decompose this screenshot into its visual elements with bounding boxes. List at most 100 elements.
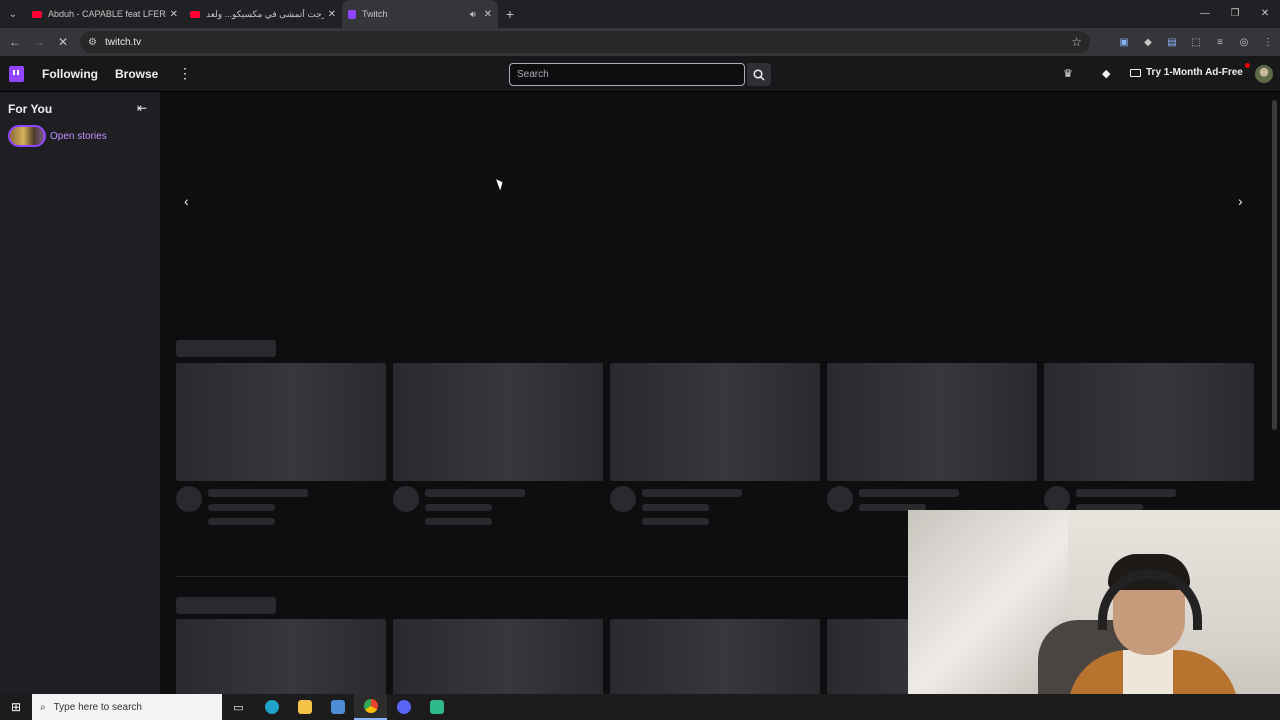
avatar-skeleton [1044,486,1070,512]
taskbar-search[interactable]: ⌕ Type here to search [32,694,222,720]
stream-card-skeleton [393,363,603,481]
stream-card-skeleton [176,619,386,694]
site-info-icon[interactable]: ⚙ [88,37,97,48]
bits-icon[interactable]: ◆ [1102,67,1110,80]
tab-title: Twitch [362,9,388,19]
nav-following[interactable]: Following [42,67,98,81]
url-text: twitch.tv [104,36,142,48]
browser-tabstrip: ⌄ Abduh - CAPABLE feat LFERDA ✕ خرجت أتم… [0,0,1280,28]
speaker-icon[interactable]: 🔊︎ [470,9,476,20]
file-explorer-icon[interactable] [288,694,321,720]
carousel-next-icon[interactable]: › [1238,193,1243,209]
task-view-icon[interactable]: ▭ [222,694,255,720]
stream-card-skeleton [176,363,386,481]
text-skeleton [859,489,959,497]
window-controls: — ❐ ✕ [1190,0,1280,28]
stop-icon[interactable]: ✕ [51,35,75,49]
translate-icon[interactable]: ▣ [1112,37,1136,48]
collapse-sidebar-icon[interactable]: ⇤ [137,101,147,115]
app-icon[interactable] [420,694,453,720]
new-tab-button[interactable]: + [498,6,522,22]
window-close-icon[interactable]: ✕ [1250,0,1280,28]
menu-dots-icon[interactable]: ⋮ [1256,37,1280,48]
text-skeleton [642,489,742,497]
page-scrollbar[interactable] [1272,100,1277,430]
text-skeleton [642,504,709,511]
address-bar[interactable]: ⚙ twitch.tv ☆ [80,31,1090,53]
text-skeleton [642,518,709,525]
browser-tab[interactable]: خرجت أتمشى في مكسيكو... ولعد ✕ [184,0,342,28]
stream-card-skeleton [610,619,820,694]
stream-card-skeleton [827,363,1037,481]
prime-crown-icon[interactable]: ♛ [1063,67,1073,80]
avatar-skeleton [827,486,853,512]
browser-toolbar: ← → ✕ ⚙ twitch.tv ☆ ▣ ◆ ▤ ⬚ ≡ ◎ ⋮ [0,28,1280,56]
section-title-skeleton [176,597,276,614]
extension-icon[interactable]: ◆ [1136,37,1160,48]
notification-dot [1245,63,1250,68]
search-input[interactable] [509,63,745,86]
user-avatar[interactable] [1255,65,1273,83]
forward-icon[interactable]: → [27,35,51,49]
twitch-top-nav: Following Browse ⋮ ♛ ◆ Try 1-Month Ad-Fr… [0,56,1280,92]
browser-tab[interactable]: Abduh - CAPABLE feat LFERDA ✕ [26,0,184,28]
stories-avatar [8,125,46,147]
discord-icon[interactable] [387,694,420,720]
screenshot-icon[interactable]: ▤ [1160,37,1184,48]
browser-tab-active[interactable]: Twitch 🔊︎ ✕ [342,0,498,28]
ad-free-label: Try 1-Month Ad-Free [1146,67,1243,78]
text-skeleton [425,489,525,497]
nav-browse[interactable]: Browse [115,67,158,81]
search-button[interactable] [747,63,771,86]
text-skeleton [425,518,492,525]
stream-card-skeleton [610,363,820,481]
edge-icon[interactable] [255,694,288,720]
sidebar: For You ⇤ Open stories [0,92,160,694]
windows-start-icon[interactable]: ⊞ [0,700,32,714]
open-stories[interactable]: Open stories [8,125,107,147]
chrome-icon[interactable] [354,694,387,720]
windows-taskbar: ⊞ ⌕ Type here to search ▭ [0,694,1280,720]
carousel-prev-icon[interactable]: ‹ [184,193,189,209]
tab-title: خرجت أتمشى في مكسيكو... ولعد [206,8,324,19]
webcam-overlay [908,510,1280,720]
more-dots-icon[interactable]: ⋮ [178,65,192,82]
close-icon[interactable]: ✕ [484,9,492,20]
profile-icon[interactable]: ◎ [1232,37,1256,48]
text-skeleton [208,518,275,525]
restore-icon[interactable]: ❐ [1220,0,1250,28]
section-title-skeleton [176,340,276,357]
text-skeleton [425,504,492,511]
stream-card-skeleton [1044,363,1254,481]
close-icon[interactable]: ✕ [328,9,336,20]
text-skeleton [1076,489,1176,497]
youtube-icon [32,10,42,18]
store-icon[interactable] [321,694,354,720]
search-bar [509,63,771,86]
text-skeleton [208,504,275,511]
sidebar-title: For You [8,102,53,116]
youtube-icon [190,10,200,18]
extensions-area: ▣ ◆ ▤ ⬚ ≡ ◎ ⋮ [1112,28,1280,56]
back-icon[interactable]: ← [3,35,27,49]
avatar-skeleton [176,486,202,512]
twitch-logo-icon[interactable] [9,66,24,82]
avatar-skeleton [610,486,636,512]
stories-label: Open stories [50,130,107,142]
text-skeleton [208,489,308,497]
ad-free-button[interactable]: Try 1-Month Ad-Free [1130,67,1243,78]
taskbar-search-placeholder: Type here to search [53,701,142,713]
search-icon [753,68,765,81]
media-icon[interactable]: ≡ [1208,37,1232,48]
search-icon: ⌕ [40,701,46,713]
puzzle-icon[interactable]: ⬚ [1184,37,1208,48]
tv-icon [1130,68,1141,77]
close-icon[interactable]: ✕ [170,9,178,20]
stream-card-skeleton [393,619,603,694]
twitch-icon [348,9,356,19]
minimize-icon[interactable]: — [1190,0,1220,28]
tab-search-icon[interactable]: ⌄ [0,0,26,28]
tab-title: Abduh - CAPABLE feat LFERDA [48,9,166,19]
bookmark-star-icon[interactable]: ☆ [1071,35,1082,49]
avatar-skeleton [393,486,419,512]
